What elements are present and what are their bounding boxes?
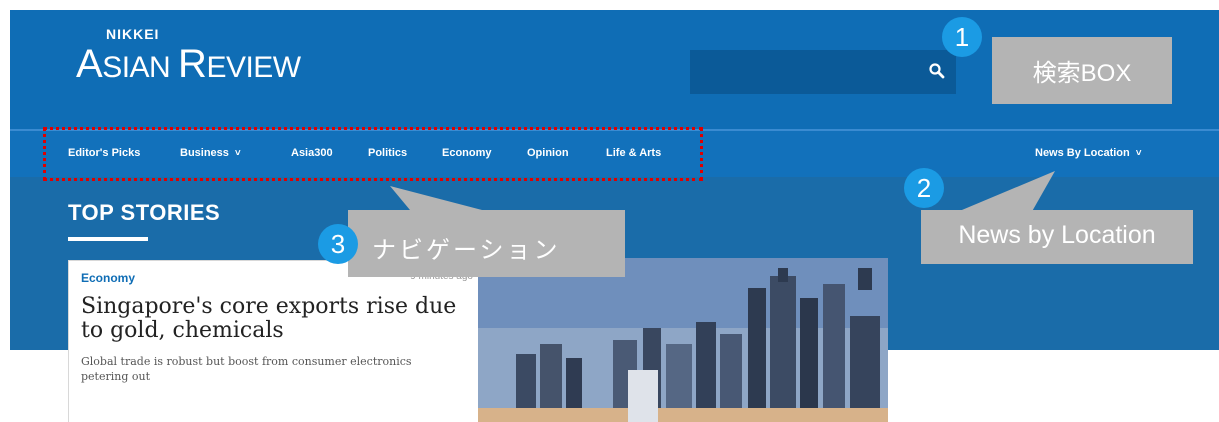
search-icon[interactable] <box>928 62 946 80</box>
nav-item-label: News By Location <box>1035 147 1130 159</box>
logo-letters: EVIEW <box>206 51 301 84</box>
section-title: TOP STORIES <box>68 200 221 225</box>
logo-letters: SIAN <box>102 51 179 84</box>
search-input[interactable] <box>690 50 956 94</box>
news-by-location-menu[interactable]: News By Location ˅ <box>1035 147 1142 159</box>
logo-letter: R <box>178 42 207 86</box>
story-category[interactable]: Economy <box>81 271 135 285</box>
navigation-highlight-frame <box>43 127 703 181</box>
logo-asian-review[interactable]: ASIAN REVIEW <box>76 42 301 87</box>
callout-news-by-location: News by Location <box>921 210 1193 264</box>
callout-search-box: 検索BOX <box>992 37 1172 104</box>
callout-pointer-2 <box>950 171 1055 215</box>
page-frame: NIKKEI ASIAN REVIEW Editor's Picks Busin… <box>10 10 1219 422</box>
callout-badge-3: 3 <box>318 224 358 264</box>
story-card[interactable]: Economy 9 minutes ago Singapore's core e… <box>68 260 480 422</box>
callout-badge-1: 1 <box>942 17 982 57</box>
story-headline[interactable]: Singapore's core exports rise due to gol… <box>81 295 461 343</box>
singapore-skyline-image <box>478 258 888 422</box>
callout-navigation: ナビゲーション <box>348 210 625 277</box>
logo-letter: A <box>76 42 103 86</box>
section-title-underline <box>68 237 148 241</box>
callout-badge-2: 2 <box>904 168 944 208</box>
story-photo[interactable] <box>478 258 888 422</box>
logo-nikkei[interactable]: NIKKEI <box>106 26 159 42</box>
story-summary: Global trade is robust but boost from co… <box>81 355 412 383</box>
chevron-down-icon: ˅ <box>1135 148 1142 159</box>
